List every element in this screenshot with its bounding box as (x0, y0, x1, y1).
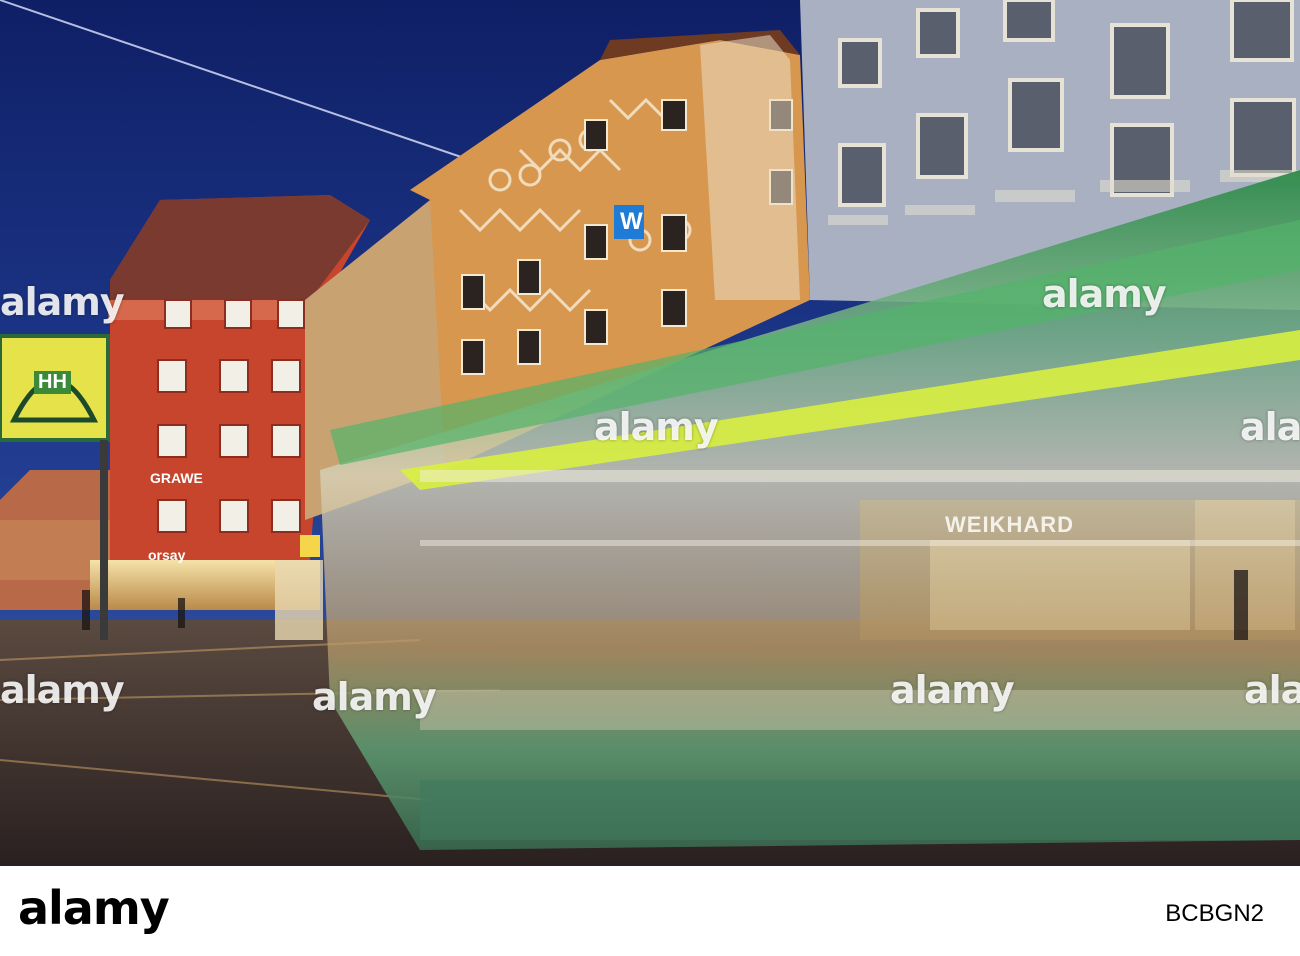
watermark: alamy (0, 668, 125, 712)
watermark: alamy (312, 675, 437, 719)
alamy-logo: alamy (18, 881, 170, 935)
hh-sign-label: HH (34, 371, 71, 394)
watermark: alamy (0, 280, 125, 324)
watermark: alamy (1240, 405, 1300, 449)
tower-letter: W (620, 208, 643, 235)
grawe-sign: GRAWE (150, 470, 203, 486)
watermark: alamy (1042, 272, 1167, 316)
watermark: alamy (1244, 668, 1300, 712)
weikhard-sign: WEIKHARD (945, 512, 1074, 537)
orsay-sign: orsay (148, 547, 186, 563)
street-photo: HH W GRAWE orsay WEIKHARD alamy alamy al… (0, 0, 1300, 866)
stock-footer: alamy BCBGN2 (0, 866, 1300, 956)
image-id: BCBGN2 (1165, 900, 1264, 927)
watermark: alamy (594, 405, 719, 449)
watermark: alamy (890, 668, 1015, 712)
